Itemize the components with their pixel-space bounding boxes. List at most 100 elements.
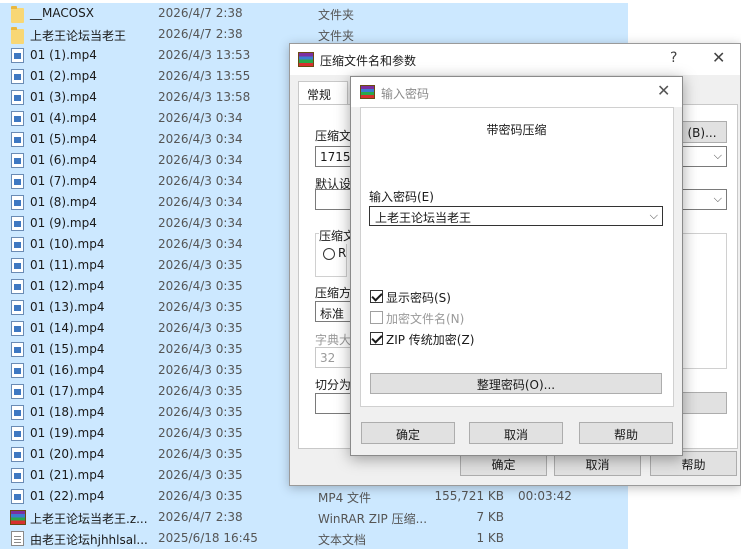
file-name: 01 (9).mp4 xyxy=(30,216,97,230)
file-name: 01 (13).mp4 xyxy=(30,300,105,314)
split-volumes-combo[interactable] xyxy=(315,393,355,414)
video-icon xyxy=(11,384,24,399)
video-icon xyxy=(11,48,24,63)
file-date: 2026/4/3 0:35 xyxy=(158,321,243,335)
file-row[interactable]: 上老王论坛当老王.z... 2026/4/7 2:38 WinRAR ZIP 压缩.… xyxy=(0,507,628,528)
dictionary-size-combo[interactable]: 32 xyxy=(315,347,355,368)
close-icon[interactable]: ✕ xyxy=(657,81,670,100)
chevron-down-icon[interactable]: ⌵ xyxy=(650,209,658,223)
video-icon xyxy=(11,342,24,357)
chevron-down-icon: ⌵ xyxy=(713,192,722,205)
file-date: 2026/4/3 0:34 xyxy=(158,111,243,125)
zip-legacy-encryption-checkbox[interactable] xyxy=(370,332,383,345)
password-value: 上老王论坛当老王 xyxy=(375,211,472,225)
ok-button-label: 确定 xyxy=(491,458,516,472)
password-cancel-label: 取消 xyxy=(503,428,528,442)
file-name: 01 (15).mp4 xyxy=(30,342,105,356)
help-button-label: 帮助 xyxy=(681,458,706,472)
compression-method-combo[interactable]: 标准 xyxy=(315,301,355,322)
video-icon xyxy=(11,426,24,441)
help-icon[interactable]: ? xyxy=(670,50,677,66)
encrypt-filenames-label: 加密文件名(N) xyxy=(386,312,465,326)
video-icon xyxy=(11,237,24,252)
password-panel xyxy=(360,107,674,407)
password-label: 输入密码(E) xyxy=(369,190,434,204)
file-name: 上老王论坛当老王.z... xyxy=(30,512,148,526)
file-date: 2026/4/3 0:34 xyxy=(158,216,243,230)
video-icon xyxy=(11,111,24,126)
split-volumes-label: 切分为 xyxy=(315,378,352,392)
video-icon xyxy=(11,363,24,378)
file-type: 文件夹 xyxy=(318,29,355,43)
organize-passwords-button[interactable]: 整理密码(O)... xyxy=(370,373,662,394)
password-dialog-title: 输入密码 xyxy=(381,87,430,101)
password-ok-label: 确定 xyxy=(395,428,420,442)
file-name: 01 (2).mp4 xyxy=(30,69,97,83)
file-row[interactable]: 由老王论坛hjhhlsal... 2025/6/18 16:45 文本文档 1 KB xyxy=(0,528,628,549)
file-name: 01 (22).mp4 xyxy=(30,489,105,503)
file-date: 2026/4/3 0:34 xyxy=(158,237,243,251)
browse-button-label: (B)... xyxy=(687,126,717,140)
file-date: 2026/4/7 2:38 xyxy=(158,510,243,524)
password-cancel-button[interactable]: 取消 xyxy=(469,422,563,444)
close-icon[interactable]: ✕ xyxy=(712,48,725,67)
video-icon xyxy=(11,279,24,294)
file-name: 01 (7).mp4 xyxy=(30,174,97,188)
file-name: 由老王论坛hjhhlsal... xyxy=(30,533,148,547)
set-password-button[interactable] xyxy=(677,392,727,414)
show-password-checkbox[interactable] xyxy=(370,290,383,303)
file-date: 2026/4/3 0:35 xyxy=(158,489,243,503)
rar-format-radio[interactable] xyxy=(323,248,335,260)
file-date: 2026/4/3 0:35 xyxy=(158,279,243,293)
file-size: 155,721 KB xyxy=(434,489,504,503)
file-date: 2026/4/3 0:35 xyxy=(158,447,243,461)
video-icon xyxy=(11,489,24,504)
video-icon xyxy=(11,174,24,189)
file-date: 2026/4/3 0:35 xyxy=(158,384,243,398)
file-duration: 00:03:42 xyxy=(518,489,572,503)
video-icon xyxy=(11,195,24,210)
video-icon xyxy=(11,300,24,315)
folder-icon xyxy=(11,6,24,23)
password-ok-button[interactable]: 确定 xyxy=(361,422,455,444)
password-dialog-titlebar[interactable]: 输入密码 ✕ xyxy=(351,77,682,107)
dictionary-size-label: 字典大 xyxy=(315,333,352,347)
file-name: 01 (8).mp4 xyxy=(30,195,97,209)
file-name: 01 (16).mp4 xyxy=(30,363,105,377)
file-name: 01 (18).mp4 xyxy=(30,405,105,419)
file-name: __MACOSX xyxy=(30,6,95,20)
archive-dialog-titlebar[interactable]: 压缩文件名和参数 ? ✕ xyxy=(290,44,740,75)
file-row[interactable]: __MACOSX 2026/4/7 2:38 文件夹 xyxy=(0,3,628,24)
file-date: 2026/4/3 0:35 xyxy=(158,342,243,356)
video-icon xyxy=(11,69,24,84)
file-type: 文件夹 xyxy=(318,8,355,22)
video-icon xyxy=(11,447,24,462)
file-type: 文本文档 xyxy=(318,533,367,547)
winrar-app-icon xyxy=(298,52,314,67)
file-type: MP4 文件 xyxy=(318,491,372,505)
compression-method-label: 压缩方 xyxy=(315,286,352,300)
file-name: 01 (11).mp4 xyxy=(30,258,105,272)
text-file-icon xyxy=(11,531,24,546)
file-date: 2026/4/3 0:35 xyxy=(158,363,243,377)
password-input[interactable]: 上老王论坛当老王 ⌵ xyxy=(369,206,663,226)
show-password-label[interactable]: 显示密码(S) xyxy=(386,289,451,306)
cancel-button-label: 取消 xyxy=(585,458,610,472)
file-row[interactable]: 01 (22).mp4 2026/4/3 0:35 MP4 文件 155,721 KB… xyxy=(0,486,628,507)
file-date: 2026/4/7 2:38 xyxy=(158,6,243,20)
browse-button[interactable]: (B)... xyxy=(677,121,727,143)
file-row[interactable]: 上老王论坛当老王 2026/4/7 2:38 文件夹 xyxy=(0,24,628,45)
file-name: 01 (10).mp4 xyxy=(30,237,105,251)
video-icon xyxy=(11,468,24,483)
file-date: 2025/6/18 16:45 xyxy=(158,531,258,545)
file-name: 01 (17).mp4 xyxy=(30,384,105,398)
zip-legacy-encryption-label[interactable]: ZIP 传统加密(Z) xyxy=(386,331,474,348)
folder-icon xyxy=(11,27,24,44)
video-icon xyxy=(11,258,24,273)
password-help-button[interactable]: 帮助 xyxy=(579,422,673,444)
file-date: 2026/4/3 0:34 xyxy=(158,132,243,146)
file-date: 2026/4/3 0:34 xyxy=(158,174,243,188)
encrypt-filenames-checkbox[interactable] xyxy=(370,311,383,324)
file-name: 01 (3).mp4 xyxy=(30,90,97,104)
tab-general[interactable]: 常规 xyxy=(298,81,348,105)
